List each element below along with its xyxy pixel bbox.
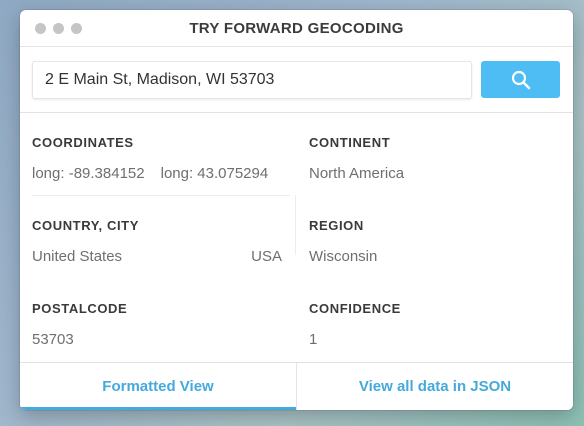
coordinates-label: COORDINATES [32,135,134,150]
region-value: Wisconsin [309,248,378,265]
postalcode-label: POSTALCODE [32,301,128,316]
postalcode-value: 53703 [32,331,74,348]
divider [32,195,290,196]
country-value: United States [32,248,123,265]
confidence-value: 1 [309,331,318,348]
longitude-value: long: -89.384152 [32,165,145,182]
maximize-window-button[interactable] [71,23,82,34]
coordinates-section: COORDINATES long: -89.384152 long: 43.07… [32,135,268,182]
window-title: TRY FORWARD GEOCODING [189,19,404,37]
region-label: REGION [309,218,364,233]
address-search-input[interactable] [32,61,472,99]
search-icon [511,70,530,89]
confidence-section: CONFIDENCE 1 [309,301,401,348]
results-grid: COORDINATES long: -89.384152 long: 43.07… [20,113,573,362]
confidence-label: CONFIDENCE [309,301,401,316]
geocoding-window: TRY FORWARD GEOCODING COORDINATES long: … [20,10,573,410]
region-section: REGION Wisconsin [309,218,377,265]
country-city-label: COUNTRY, CITY [32,218,139,233]
postalcode-section: POSTALCODE 53703 [32,301,127,348]
title-bar: TRY FORWARD GEOCODING [20,10,573,47]
search-bar [20,47,573,113]
minimize-window-button[interactable] [53,23,64,34]
window-controls [35,23,82,34]
view-tabs: Formatted View View all data in JSON [20,362,573,410]
country-code-value: USA [251,248,282,265]
tab-formatted-view[interactable]: Formatted View [20,363,296,410]
continent-label: CONTINENT [309,135,391,150]
continent-section: CONTINENT North America [309,135,404,182]
continent-value: North America [309,165,405,182]
close-window-button[interactable] [35,23,46,34]
search-button[interactable] [481,61,560,98]
tab-json-view[interactable]: View all data in JSON [296,363,573,410]
latitude-value: long: 43.075294 [160,165,269,182]
divider [295,195,296,255]
country-city-section: COUNTRY, CITY United States USA [32,218,282,265]
